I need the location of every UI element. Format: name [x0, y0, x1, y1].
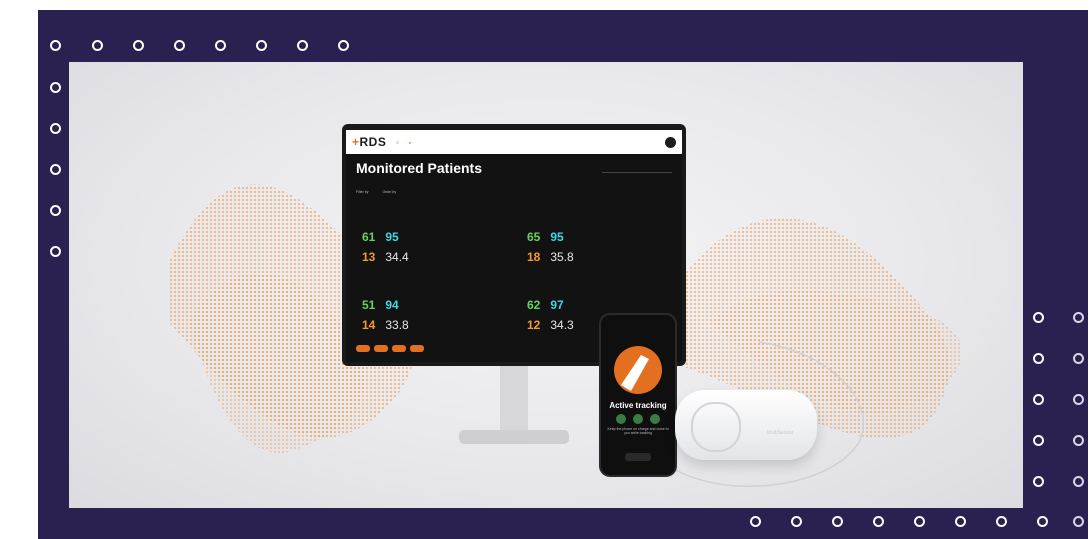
filter-bar: Filter by Order by	[356, 190, 586, 194]
patient-card[interactable]: 65 95 18 35.8	[519, 224, 674, 278]
rds-logo: +RDS	[352, 135, 387, 149]
spo2-value: 94	[385, 298, 399, 312]
phone: Active tracking Keep the phone on charge…	[599, 313, 677, 477]
wearable-sensor: MultiSensor	[675, 390, 817, 460]
resp-rate-value: 13	[362, 250, 376, 264]
spo2-value: 97	[550, 298, 564, 312]
patient-card[interactable]: 61 95 13 34.4	[354, 224, 509, 278]
sensor-button	[691, 402, 741, 452]
sensor-brand: MultiSensor	[767, 430, 794, 436]
temperature-value: 33.8	[385, 318, 409, 332]
tracking-title: Active tracking	[609, 401, 667, 410]
user-menu[interactable]	[665, 136, 676, 148]
heart-rate-value: 62	[527, 298, 541, 312]
resp-rate-value: 14	[362, 318, 376, 332]
pagination	[356, 345, 424, 352]
heart-rate-value: 61	[362, 230, 376, 244]
pager-button[interactable]	[410, 345, 424, 352]
filter-by-label[interactable]: Filter by	[356, 190, 368, 194]
heart-rate-value: 65	[527, 230, 541, 244]
temperature-value: 35.8	[550, 250, 574, 264]
app-topbar: +RDS ≡ ●	[346, 130, 682, 154]
resp-rate-value: 18	[527, 250, 541, 264]
temperature-value: 34.3	[550, 318, 574, 332]
product-photo: +RDS ≡ ● Monitored Patients Filter by Or…	[69, 62, 1023, 508]
resp-rate-value: 12	[527, 318, 541, 332]
page-title: Monitored Patients	[356, 160, 483, 176]
heart-rate-value: 51	[362, 298, 376, 312]
temperature-value: 34.4	[385, 250, 409, 264]
nav-item-monitoring[interactable]: ●	[409, 140, 411, 145]
spo2-value: 95	[385, 230, 399, 244]
pager-button[interactable]	[392, 345, 406, 352]
nav-item-menu[interactable]: ≡	[396, 140, 398, 145]
pager-button[interactable]	[374, 345, 388, 352]
tracking-illustration	[614, 346, 662, 461]
patient-card[interactable]: 51 94 14 33.8	[354, 292, 509, 346]
search-input[interactable]	[602, 164, 672, 173]
pager-button[interactable]	[356, 345, 370, 352]
spo2-value: 95	[550, 230, 564, 244]
tracking-subtitle: Keep the phone on charge and close to yo…	[607, 427, 669, 435]
avatar[interactable]	[665, 136, 676, 148]
order-by-label[interactable]: Order by	[382, 190, 396, 194]
